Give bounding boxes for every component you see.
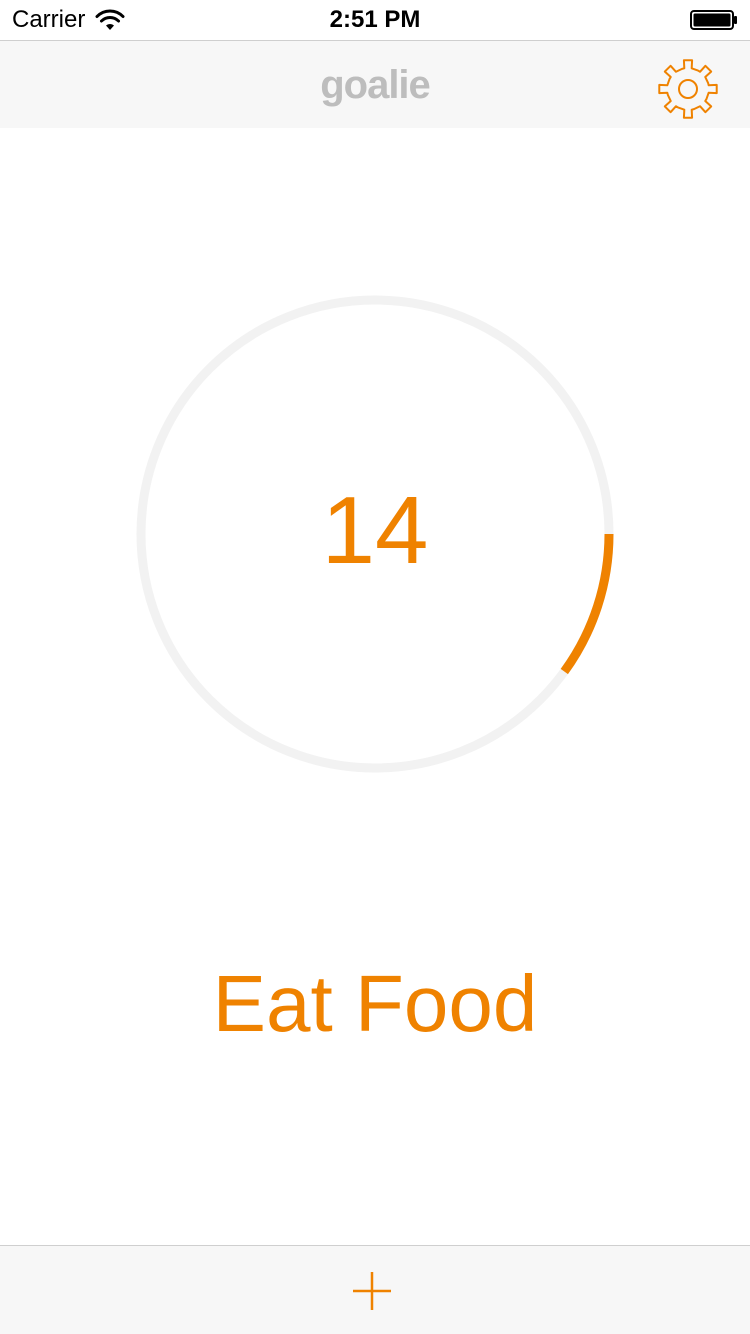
app-title: goalie	[320, 63, 431, 107]
gear-hub	[678, 79, 698, 99]
count-label: 14	[321, 477, 429, 584]
battery-icon	[690, 10, 737, 30]
bottom-toolbar	[0, 1245, 750, 1334]
plus-icon[interactable]	[351, 1270, 393, 1312]
status-bar: Carrier 2:51 PM	[0, 0, 750, 40]
settings-button[interactable]	[656, 57, 720, 121]
gear-outline	[658, 59, 718, 119]
progress-ring: 14	[135, 294, 615, 774]
status-time: 2:51 PM	[329, 6, 421, 33]
app-screen: Carrier 2:51 PM goalie 14 Eat Food	[0, 0, 750, 1334]
navigation-bar: goalie	[0, 40, 750, 128]
goal-title: Eat Food	[212, 959, 538, 1048]
gear-icon	[658, 59, 718, 119]
